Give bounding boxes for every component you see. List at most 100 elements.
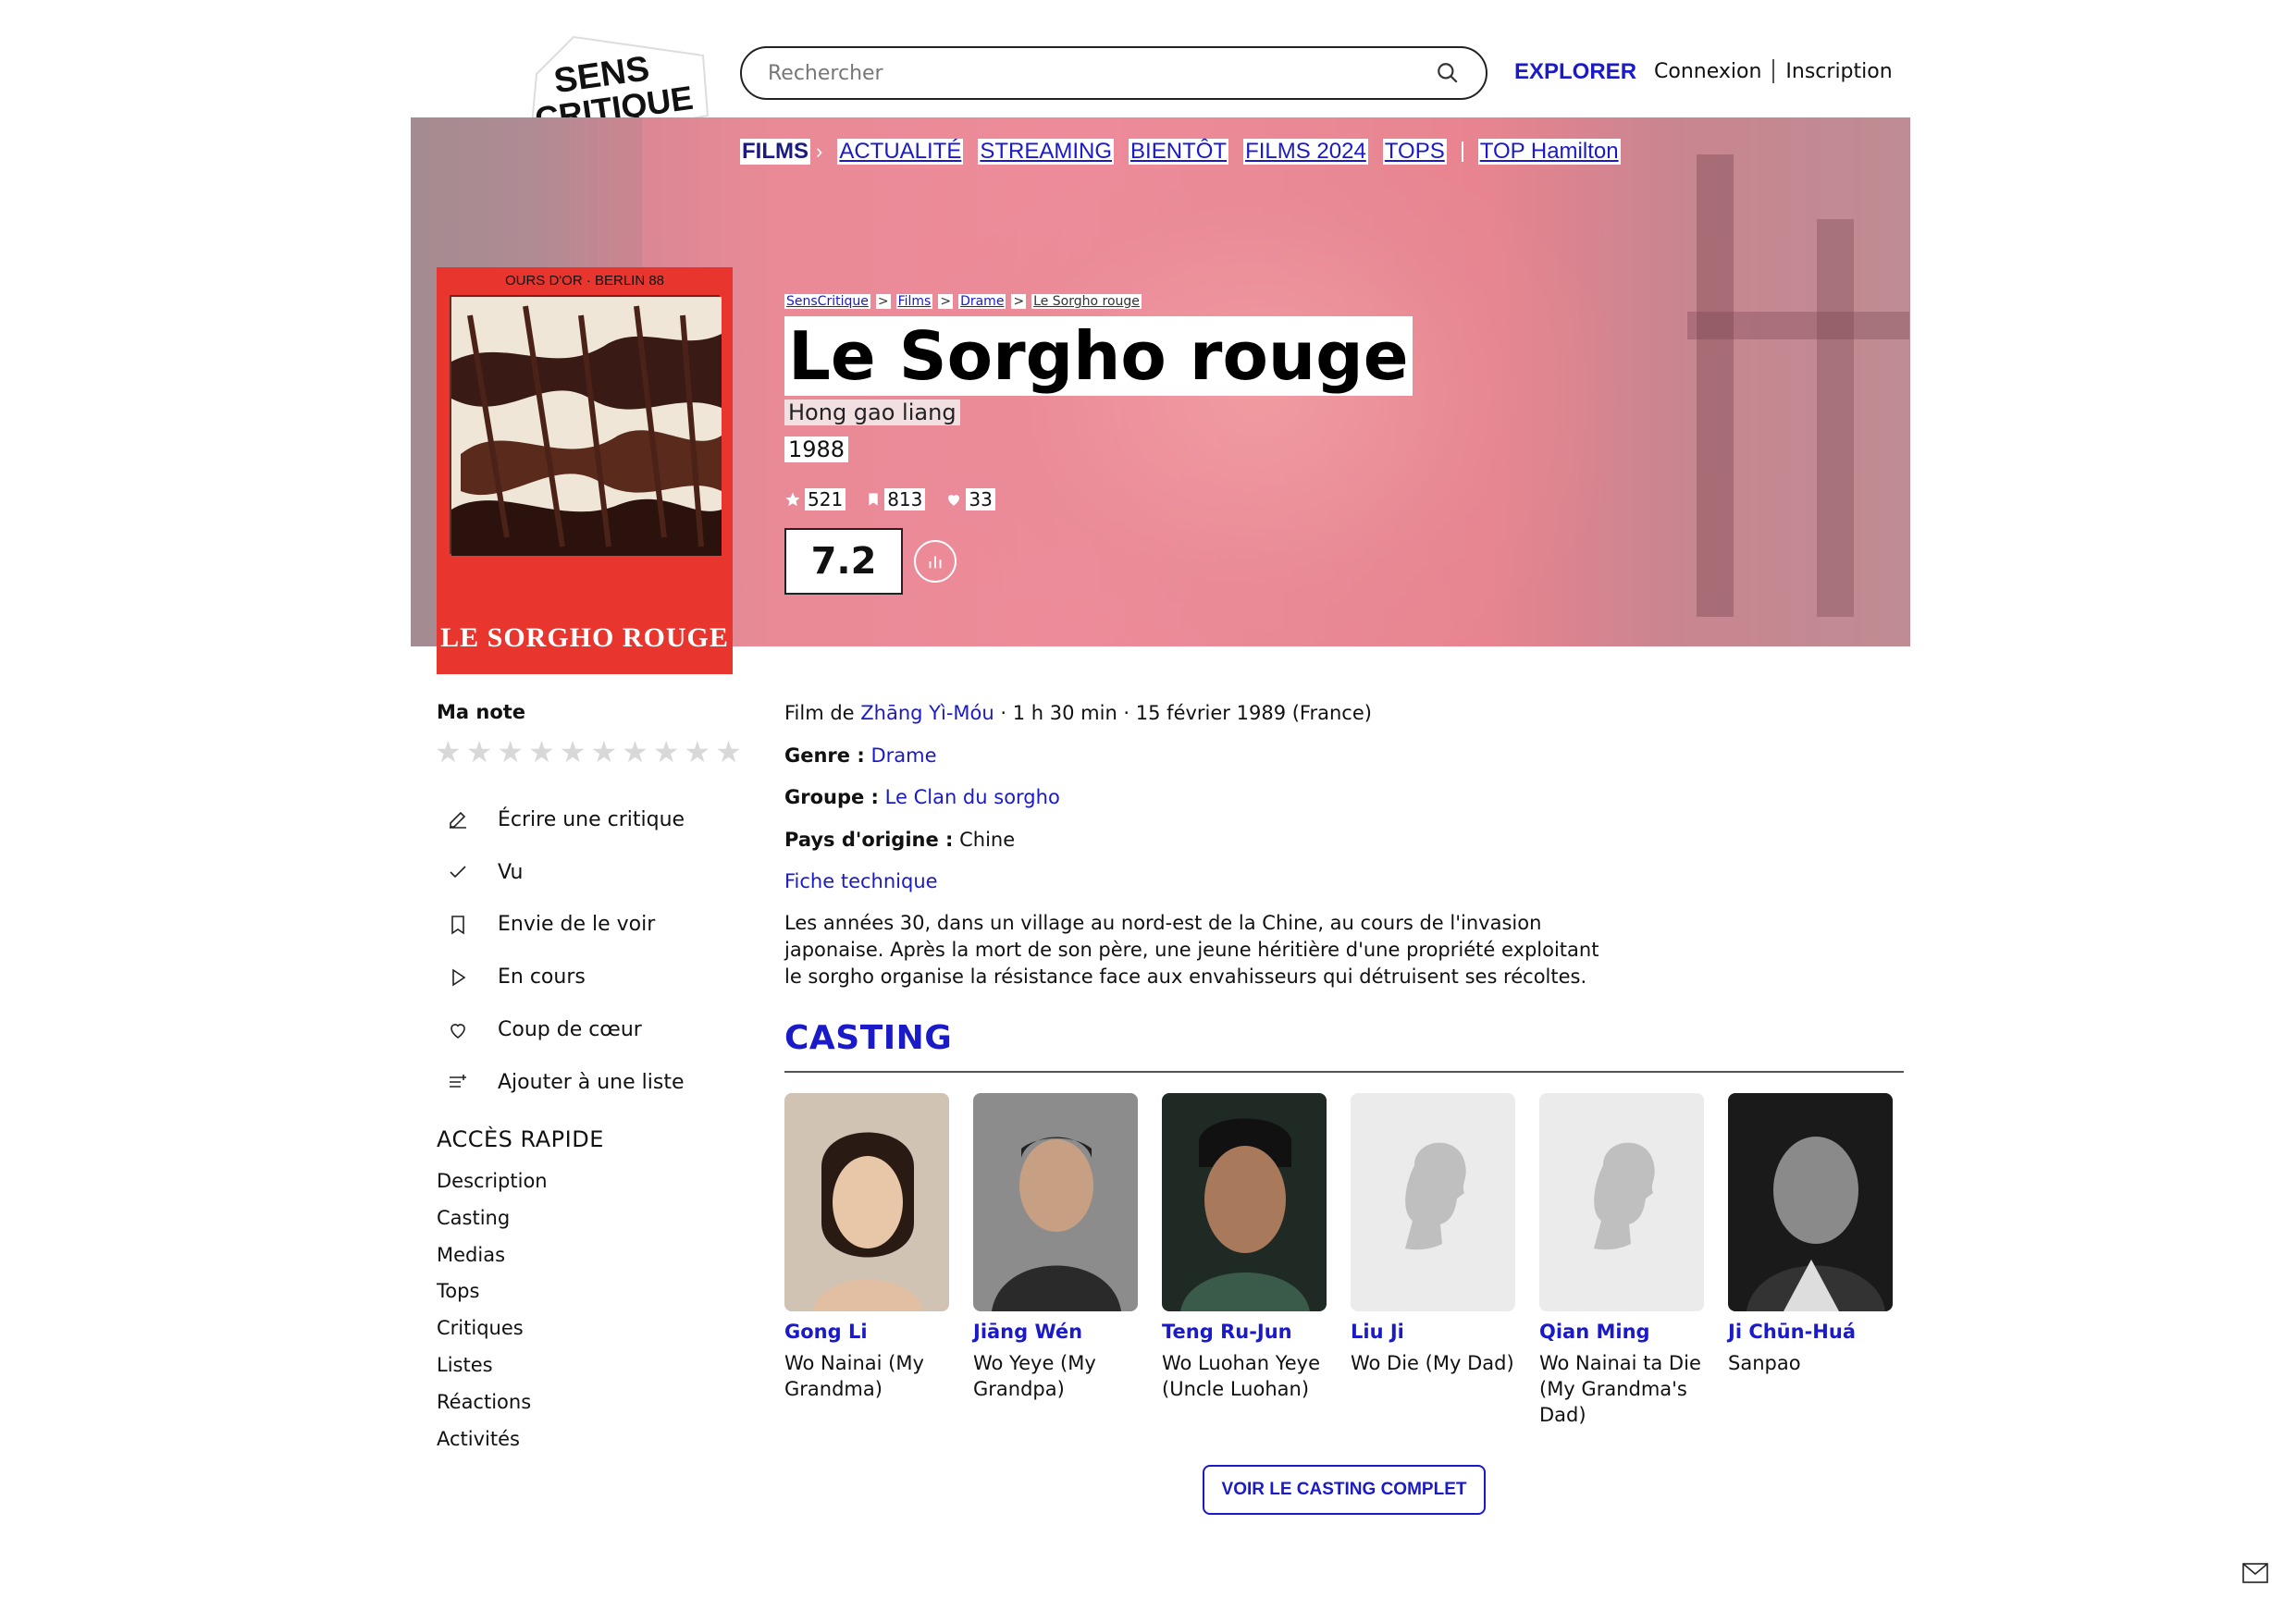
add-to-list-button[interactable]: Ajouter à une liste [437,1056,714,1109]
actor-photo[interactable] [1728,1093,1893,1311]
quick-link-tops[interactable]: Tops [437,1277,548,1314]
actor-photo[interactable] [784,1093,949,1311]
action-label: En cours [498,965,586,990]
actor-name[interactable]: Liu Ji [1351,1321,1515,1343]
actor-name[interactable]: Jiāng Wén [973,1321,1138,1343]
action-label: Ajouter à une liste [498,1070,685,1094]
in-progress-button[interactable]: En cours [437,951,714,1003]
cast-member[interactable]: Teng Ru-Jun Wo Luohan Yeye (Uncle Luohan… [1162,1093,1327,1428]
breadcrumb-films[interactable]: Films [895,294,933,309]
cast-member[interactable]: Qian Ming Wo Nainai ta Die (My Grandma's… [1539,1093,1704,1428]
mail-icon[interactable] [2242,1563,2268,1583]
tech-sheet-line: Fiche technique [784,867,1372,910]
breadcrumb-senscritique[interactable]: SensCritique [784,294,870,309]
character-name: Wo Yeye (My Grandpa) [973,1352,1096,1400]
person-silhouette-icon [1594,1142,1655,1250]
genre-link[interactable]: Drame [870,744,936,767]
quick-access-title: ACCÈS RAPIDE [437,1126,604,1152]
ratings-count: 521 [805,488,846,510]
director-prefix: Film de [784,702,855,724]
character-name: Wo Luohan Yeye (Uncle Luohan) [1162,1352,1321,1400]
character-name: Wo Die (My Dad) [1351,1352,1514,1374]
rating-star-icon[interactable]: ★ [653,737,680,767]
seen-button[interactable]: Vu [437,846,714,899]
score-distribution-button[interactable] [914,540,957,583]
original-title: Hong gao liang [784,400,960,425]
rating-star-icon[interactable]: ★ [560,737,586,767]
explorer-link[interactable]: EXPLORER [1514,59,1636,85]
country-value: Chine [959,828,1016,851]
login-link[interactable]: Connexion [1654,60,1761,83]
favorites-stat: 33 [945,488,995,510]
subnav-actualite[interactable]: ACTUALITÉ [837,139,964,165]
actor-name[interactable]: Teng Ru-Jun [1162,1321,1327,1343]
actor-photo-placeholder[interactable] [1351,1093,1515,1311]
action-label: Envie de le voir [498,913,656,937]
action-label: Coup de cœur [498,1018,642,1042]
search-icon[interactable] [1436,61,1460,85]
quick-link-medias[interactable]: Medias [437,1241,548,1278]
quick-link-critiques[interactable]: Critiques [437,1314,548,1351]
character-name: Sanpao [1728,1352,1801,1374]
cast-list: Gong Li Wo Nainai (My Grandma) Jiāng Wén… [784,1093,1893,1428]
movie-stats: 521 813 33 [784,488,995,510]
actor-photo-placeholder[interactable] [1539,1093,1704,1311]
breadcrumb-current[interactable]: Le Sorgho rouge [1031,294,1142,309]
subnav-films-2024[interactable]: FILMS 2024 [1243,139,1368,165]
country-line: Pays d'origine : Chine [784,826,1372,868]
subnav-tops[interactable]: TOPS [1382,139,1447,165]
subnav-top-hamilton[interactable]: TOP Hamilton [1477,139,1621,165]
quick-link-casting[interactable]: Casting [437,1204,548,1241]
subnav-films[interactable]: FILMS [740,139,810,165]
favorite-button[interactable]: Coup de cœur [437,1003,714,1056]
breadcrumb-sep: > [875,294,891,309]
full-cast-button[interactable]: VOIR LE CASTING COMPLET [1203,1465,1486,1515]
movie-poster[interactable]: OURS D'OR · BERLIN 88 LE SORGHO ROUGE [437,267,733,674]
director-link[interactable]: Zhāng Yì-Móu [860,702,994,724]
cast-member[interactable]: Ji Chūn-Huá Sanpao [1728,1093,1893,1428]
rating-star-icon[interactable]: ★ [435,737,462,767]
tech-sheet-link[interactable]: Fiche technique [784,870,938,892]
rating-star-icon[interactable]: ★ [622,737,648,767]
bar-chart-icon [929,556,942,569]
cast-member[interactable]: Jiāng Wén Wo Yeye (My Grandpa) [973,1093,1138,1428]
actor-name[interactable]: Qian Ming [1539,1321,1704,1343]
write-review-button[interactable]: Écrire une critique [437,793,714,846]
cast-member[interactable]: Liu Ji Wo Die (My Dad) [1351,1093,1515,1428]
quick-link-description[interactable]: Description [437,1167,548,1204]
auth-separator [1772,59,1775,83]
subnav-streaming[interactable]: STREAMING [978,139,1115,165]
signup-link[interactable]: Inscription [1785,60,1892,83]
heart-icon [446,1018,470,1042]
search-bar[interactable] [740,46,1487,100]
rating-star-icon[interactable]: ★ [685,737,711,767]
rating-star-icon[interactable]: ★ [497,737,524,767]
rating-star-icon[interactable]: ★ [590,737,617,767]
genre-label: Genre : [784,744,865,767]
quick-link-listes[interactable]: Listes [437,1351,548,1388]
quick-link-reactions[interactable]: Réactions [437,1388,548,1425]
director-line: Film de Zhāng Yì-Móu · 1 h 30 min · 15 f… [784,699,1372,742]
actor-name[interactable]: Ji Chūn-Huá [1728,1321,1893,1343]
synopsis: Les années 30, dans un village au nord-e… [784,912,1599,988]
star-rating[interactable]: ★ ★ ★ ★ ★ ★ ★ ★ ★ ★ [435,737,742,767]
person-silhouette-icon [1405,1142,1466,1250]
want-to-see-button[interactable]: Envie de le voir [437,899,714,952]
play-icon [446,965,470,990]
character-name: Wo Nainai ta Die (My Grandma's Dad) [1539,1352,1701,1426]
bookmark-icon [869,493,878,506]
action-list: Écrire une critique Vu Envie de le voir … [437,793,714,1109]
actor-photo[interactable] [973,1093,1138,1311]
search-input[interactable] [768,61,1436,85]
actor-name[interactable]: Gong Li [784,1321,949,1343]
average-score: 7.2 [784,528,903,595]
breadcrumb-drame[interactable]: Drame [958,294,1006,309]
subnav-bientot[interactable]: BIENTÔT [1129,139,1229,165]
quick-link-activites[interactable]: Activités [437,1425,548,1462]
rating-star-icon[interactable]: ★ [466,737,493,767]
cast-member[interactable]: Gong Li Wo Nainai (My Grandma) [784,1093,949,1428]
group-link[interactable]: Le Clan du sorgho [885,786,1060,808]
rating-star-icon[interactable]: ★ [715,737,742,767]
rating-star-icon[interactable]: ★ [528,737,555,767]
actor-photo[interactable] [1162,1093,1327,1311]
